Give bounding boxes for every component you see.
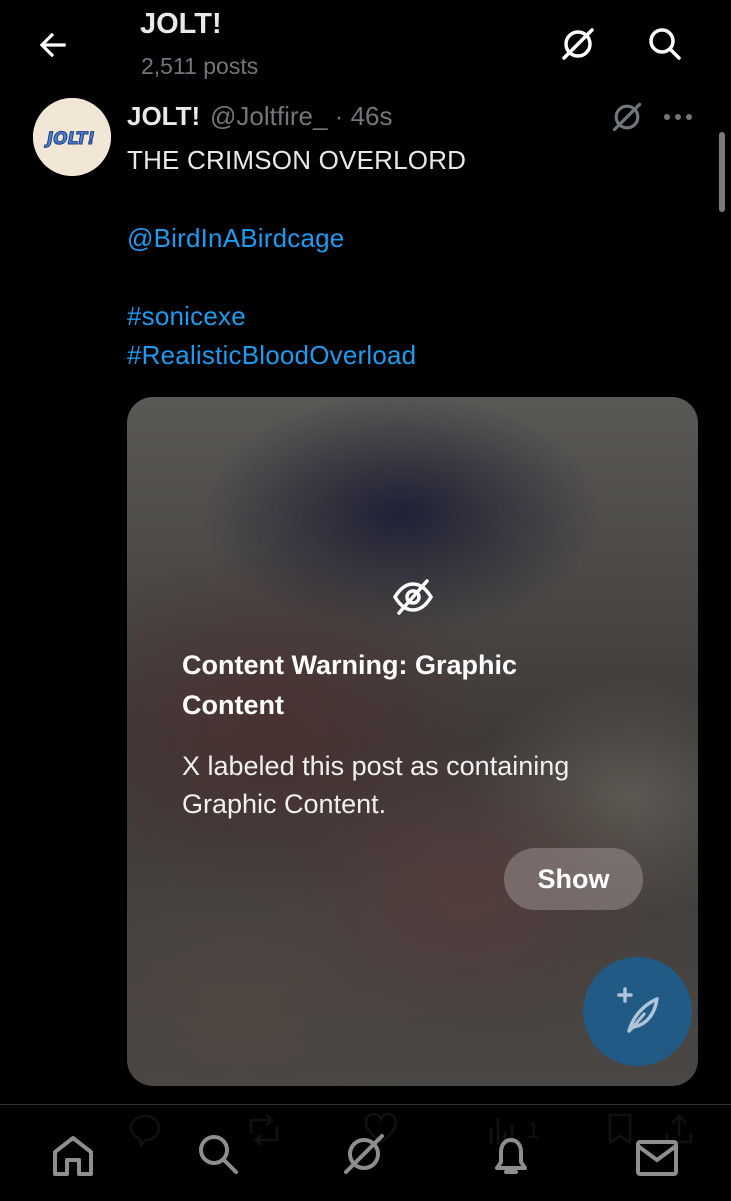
- home-icon: [53, 1136, 93, 1176]
- hashtag-sonicexe[interactable]: #sonicexe: [127, 301, 246, 332]
- grok-icon: [344, 1134, 384, 1174]
- svg-text:JOLT!: JOLT!: [44, 129, 97, 149]
- eye-slash-icon: [391, 575, 435, 619]
- hashtag-realistic-blood[interactable]: #RealisticBloodOverload: [127, 340, 416, 371]
- notifications-icon: [495, 1138, 527, 1174]
- more-button[interactable]: [660, 104, 696, 130]
- nav-grok[interactable]: [340, 1130, 388, 1178]
- search-icon: [199, 1135, 238, 1174]
- warning-body: X labeled this post as containing Graphi…: [182, 751, 570, 819]
- grok-icon: [562, 28, 594, 60]
- compose-icon: [616, 986, 659, 1033]
- show-button[interactable]: Show: [504, 848, 643, 910]
- grok-post-button[interactable]: [609, 99, 645, 135]
- jolt-logo: JOLT!: [33, 98, 111, 176]
- post-text-title: THE CRIMSON OVERLORD: [127, 145, 467, 175]
- mention-link[interactable]: @BirdInABirdcage: [127, 223, 344, 254]
- more-icon: [664, 114, 692, 120]
- post-meta: @Joltfire_ · 46s: [210, 101, 393, 132]
- back-button[interactable]: [34, 26, 72, 64]
- search-icon: [649, 28, 681, 60]
- scrollbar-thumb[interactable]: [719, 132, 725, 212]
- search-button[interactable]: [645, 24, 685, 64]
- nav-notifications[interactable]: [487, 1130, 535, 1178]
- compose-button[interactable]: [583, 957, 692, 1066]
- author-name[interactable]: JOLT!: [127, 101, 200, 132]
- grok-icon: [612, 102, 642, 132]
- nav-messages[interactable]: [633, 1132, 681, 1180]
- avatar[interactable]: JOLT!: [33, 98, 111, 176]
- back-arrow-icon: [39, 32, 66, 58]
- grok-button[interactable]: [558, 24, 598, 64]
- author-handle[interactable]: @Joltfire_: [210, 101, 327, 131]
- nav-home[interactable]: [49, 1130, 97, 1178]
- meta-separator: ·: [334, 101, 344, 131]
- post-count: 2,511 posts: [141, 53, 259, 79]
- warning-title: Content Warning: Graphic Content: [182, 650, 517, 720]
- profile-title: JOLT!: [140, 8, 222, 40]
- nav-search[interactable]: [194, 1130, 242, 1178]
- messages-icon: [636, 1140, 678, 1176]
- post-time[interactable]: 46s: [351, 101, 393, 131]
